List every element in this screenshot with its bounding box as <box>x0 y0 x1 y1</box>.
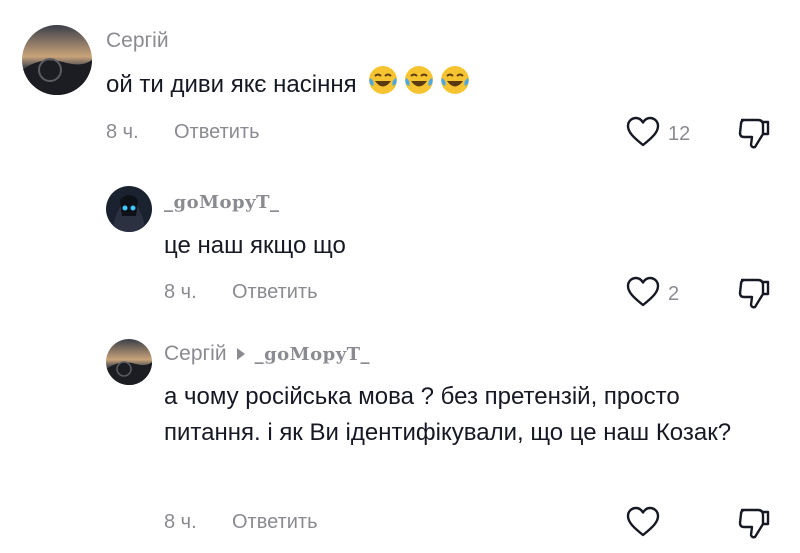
heart-outline-icon <box>626 276 660 313</box>
username[interactable]: Сергій <box>106 29 169 53</box>
thumbs-down-outline-icon <box>738 278 770 314</box>
timestamp: 8 ч. <box>164 281 197 303</box>
comment-text: ой ти диви якє насіння <box>106 64 746 107</box>
comment-2: _goMopyT_ це наш якщо що 8 ч. Ответить 2 <box>0 165 800 325</box>
comment-1: Сергій ой ти диви якє насіння 8 ч. Ответ… <box>0 0 800 165</box>
comment-text: це наш якщо що <box>164 232 346 259</box>
like-button[interactable]: 12 <box>626 116 690 153</box>
reply-button[interactable]: Ответить <box>232 281 318 304</box>
username[interactable]: _goMopyT_ <box>164 192 279 213</box>
avatar[interactable] <box>22 25 92 95</box>
timestamp: 8 ч. <box>164 511 197 533</box>
dislike-button[interactable] <box>738 506 770 545</box>
comment-text: а чому російська мова ? без претензій, п… <box>164 383 732 446</box>
like-count: 2 <box>668 283 680 305</box>
reply-to-username[interactable]: _goMopyT_ <box>255 344 370 365</box>
like-count: 12 <box>668 123 691 145</box>
timestamp: 8 ч. <box>106 121 139 143</box>
heart-outline-icon <box>626 506 660 543</box>
thumbs-down-outline-icon <box>738 508 770 544</box>
like-button[interactable]: 2 <box>626 276 679 313</box>
avatar[interactable] <box>106 339 152 385</box>
reply-button[interactable]: Ответить <box>232 511 318 534</box>
face-with-tears-of-joy-icon <box>439 64 471 107</box>
caret-right-icon <box>236 348 245 360</box>
dislike-button[interactable] <box>738 116 770 155</box>
thumbs-down-outline-icon <box>738 118 770 154</box>
avatar[interactable] <box>106 186 152 232</box>
comment-text-content: ой ти диви якє насіння <box>106 70 357 98</box>
face-with-tears-of-joy-icon <box>367 64 399 107</box>
heart-outline-icon <box>626 116 660 153</box>
face-with-tears-of-joy-icon <box>403 64 435 107</box>
comment-3: Сергій _goMopyT_ а чому російська мова ?… <box>0 325 800 553</box>
reply-header: Сергій _goMopyT_ <box>164 342 370 366</box>
reply-button[interactable]: Ответить <box>174 121 260 144</box>
username[interactable]: Сергій <box>164 342 227 366</box>
like-button[interactable] <box>626 506 668 543</box>
dislike-button[interactable] <box>738 276 770 315</box>
